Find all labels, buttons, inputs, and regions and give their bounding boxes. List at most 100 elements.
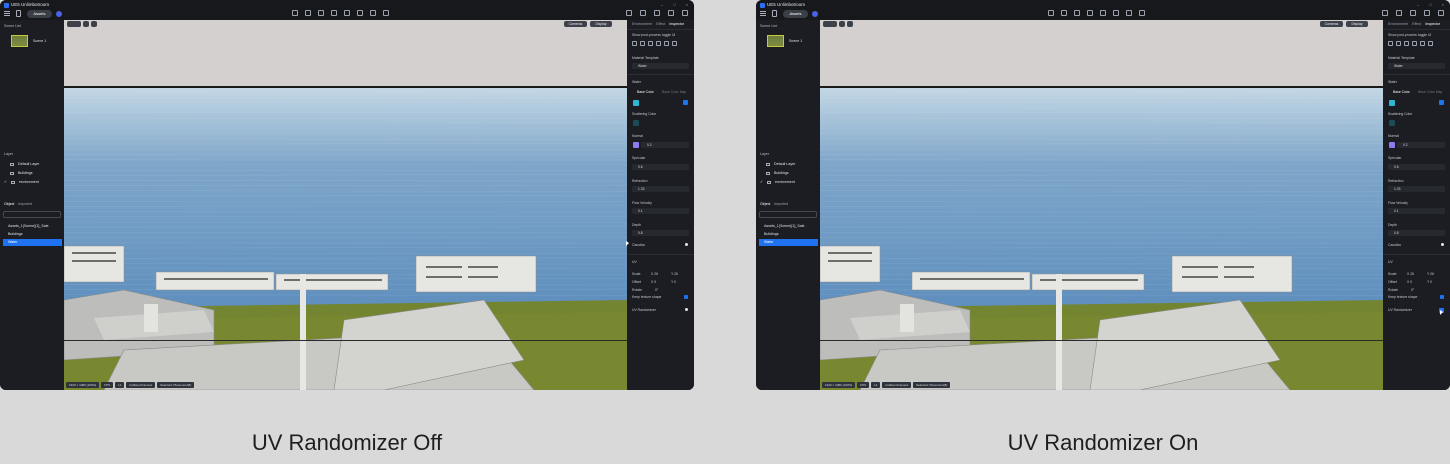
normal-swatch[interactable]: [1389, 142, 1395, 148]
maximize-button[interactable]: □: [1429, 2, 1431, 7]
tab-base-color-map[interactable]: Base Color Map: [662, 90, 686, 94]
upload-icon[interactable]: [1424, 10, 1430, 16]
uv-scale-x[interactable]: X 26: [651, 272, 658, 276]
tab-imported[interactable]: Imported: [18, 202, 32, 206]
object-row[interactable]: Buildings: [759, 231, 818, 238]
refraction-value-field[interactable]: 1.33: [632, 186, 689, 192]
scale-icon[interactable]: [1404, 41, 1409, 46]
tab-effect[interactable]: Effect: [1412, 22, 1421, 26]
move-icon[interactable]: [632, 41, 637, 46]
object-row[interactable]: Assets_1(Scene)[1]_Sale: [759, 223, 818, 230]
uv-rotate-value[interactable]: 0°: [655, 288, 658, 292]
tab-object[interactable]: Object: [4, 202, 14, 206]
sun-icon[interactable]: [1048, 10, 1054, 16]
caustics-toggle[interactable]: [685, 243, 688, 246]
tree-icon[interactable]: [370, 10, 376, 16]
tab-base-color[interactable]: Base Color: [637, 90, 654, 94]
keep-texture-toggle[interactable]: [1440, 295, 1444, 299]
scattering-color-swatch[interactable]: [633, 120, 639, 126]
layer-item[interactable]: ✓ environment: [4, 180, 39, 184]
viewport-grid-icon[interactable]: [839, 21, 845, 27]
assets-button[interactable]: Assets: [783, 10, 808, 18]
reset-icon[interactable]: [1428, 41, 1433, 46]
tab-effect[interactable]: Effect: [656, 22, 665, 26]
document-icon[interactable]: [16, 10, 21, 17]
material-template-select[interactable]: Water: [1388, 63, 1445, 69]
delete-icon[interactable]: [1420, 41, 1425, 46]
grid-icon[interactable]: [1113, 10, 1119, 16]
depth-value-field[interactable]: 0.8: [1388, 230, 1445, 236]
tab-object[interactable]: Object: [760, 202, 770, 206]
3d-viewport[interactable]: Cameras Display 1920 × 1080 (100%) FPS L…: [64, 20, 627, 390]
base-color-swatch[interactable]: [1389, 100, 1395, 106]
resolution-badge[interactable]: 1920 × 1080 (100%): [822, 382, 856, 388]
image-icon[interactable]: [1396, 10, 1402, 16]
move-icon[interactable]: [1388, 41, 1393, 46]
object-row-selected[interactable]: Water: [3, 239, 62, 246]
tree-icon[interactable]: [1126, 10, 1132, 16]
lit-badge[interactable]: Lit: [871, 382, 881, 388]
layer-item[interactable]: Default Layer: [766, 162, 795, 166]
keep-texture-toggle[interactable]: [684, 295, 688, 299]
menu-icon[interactable]: [4, 11, 10, 16]
fps-badge[interactable]: FPS: [101, 382, 114, 388]
normal-value-field[interactable]: 0.2: [1397, 142, 1445, 148]
car-icon[interactable]: [383, 10, 389, 16]
tab-base-color[interactable]: Base Color: [1393, 90, 1410, 94]
layer-item[interactable]: Buildings: [10, 171, 33, 175]
video-icon[interactable]: [1410, 10, 1416, 16]
object-search-input[interactable]: [3, 211, 61, 218]
maximize-button[interactable]: □: [673, 2, 675, 7]
assets-button[interactable]: Assets: [27, 10, 52, 18]
viewport-axis-icon[interactable]: [91, 21, 97, 27]
measure-icon[interactable]: [1061, 10, 1067, 16]
video-icon[interactable]: [654, 10, 660, 16]
flow-velocity-field[interactable]: 0.1: [1388, 208, 1445, 214]
object-search-input[interactable]: [759, 211, 817, 218]
measure-icon[interactable]: [305, 10, 311, 16]
cameras-button[interactable]: Cameras: [1320, 21, 1343, 27]
close-button[interactable]: ×: [686, 2, 688, 7]
uv-scale-y[interactable]: Y 26: [671, 272, 678, 276]
minimize-button[interactable]: –: [1417, 2, 1419, 7]
display-button[interactable]: Display: [590, 21, 612, 27]
scene-thumbnail[interactable]: [11, 35, 28, 47]
image-icon[interactable]: [640, 10, 646, 16]
viewport-back-button[interactable]: [823, 21, 837, 27]
uv-offset-y[interactable]: Y 0: [671, 280, 676, 284]
depth-value-field[interactable]: 0.8: [632, 230, 689, 236]
caustics-toggle[interactable]: [1441, 243, 1444, 246]
scattering-color-swatch[interactable]: [1389, 120, 1395, 126]
sun-icon[interactable]: [292, 10, 298, 16]
viewport-back-button[interactable]: [67, 21, 81, 27]
refraction-value-field[interactable]: 1.33: [1388, 186, 1445, 192]
scene-thumbnail[interactable]: [767, 35, 784, 47]
base-color-toggle[interactable]: [683, 100, 688, 105]
layer-item[interactable]: Buildings: [766, 171, 789, 175]
rotate-icon[interactable]: [1396, 41, 1401, 46]
base-color-swatch[interactable]: [633, 100, 639, 106]
3d-viewport[interactable]: Cameras Display 1920 × 1080 (100%) FPS L…: [820, 20, 1383, 390]
close-button[interactable]: ×: [1442, 2, 1444, 7]
specular-value-field[interactable]: 0.6: [1388, 164, 1445, 170]
tab-inspector[interactable]: Inspector: [669, 22, 684, 26]
fps-badge[interactable]: FPS: [857, 382, 870, 388]
tab-imported[interactable]: Imported: [774, 202, 788, 206]
document-icon[interactable]: [772, 10, 777, 17]
uv-offset-x[interactable]: X 0: [1407, 280, 1412, 284]
camera-icon[interactable]: [1382, 10, 1388, 16]
brush-icon[interactable]: [1074, 10, 1080, 16]
scale-icon[interactable]: [648, 41, 653, 46]
collision-badge[interactable]: Collision/Camera: [126, 382, 156, 388]
normal-swatch[interactable]: [633, 142, 639, 148]
minimize-button[interactable]: –: [661, 2, 663, 7]
display-button[interactable]: Display: [1346, 21, 1368, 27]
car-icon[interactable]: [1139, 10, 1145, 16]
object-row[interactable]: Buildings: [3, 231, 62, 238]
uv-randomizer-toggle[interactable]: [685, 308, 688, 311]
rotate-icon[interactable]: [640, 41, 645, 46]
delete-icon[interactable]: [664, 41, 669, 46]
reset-icon[interactable]: [672, 41, 677, 46]
layer-item[interactable]: ✓ environment: [760, 180, 795, 184]
object-row-selected[interactable]: Water: [759, 239, 818, 246]
